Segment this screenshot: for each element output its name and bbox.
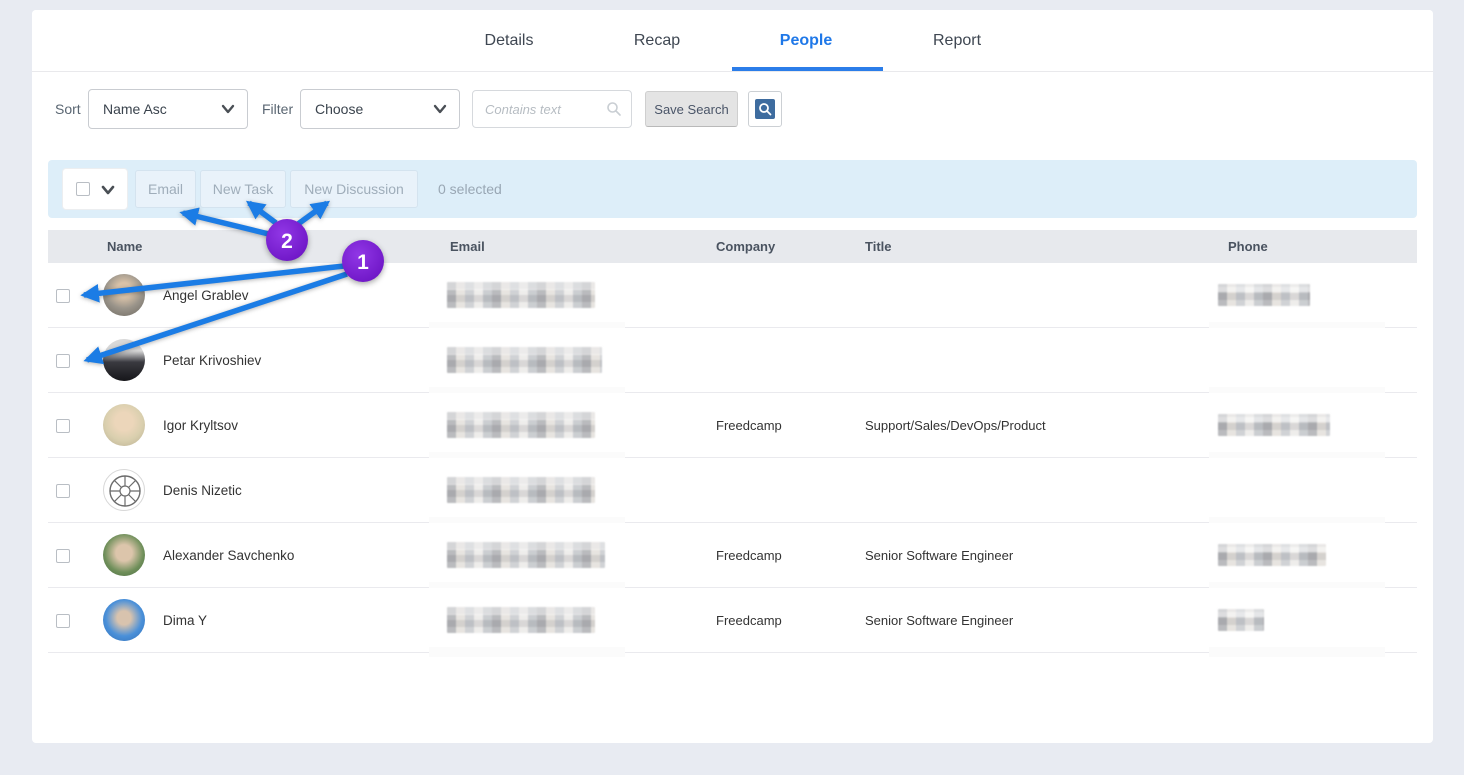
- tab-bar: Details Recap People Report: [32, 10, 1433, 72]
- people-table: Name Email Company Title Phone Angel Gra…: [48, 230, 1417, 653]
- row-checkbox[interactable]: [56, 614, 70, 628]
- redacted-email: [447, 542, 605, 568]
- person-name: Petar Krivoshiev: [163, 328, 261, 393]
- selected-count: 0 selected: [438, 160, 502, 218]
- bulk-action-bar: Email New Task New Discussion 0 selected: [48, 160, 1417, 218]
- title-cell: Senior Software Engineer: [865, 588, 1013, 653]
- title-cell: Senior Software Engineer: [865, 523, 1013, 588]
- col-header-company: Company: [716, 230, 775, 263]
- table-row[interactable]: Denis Nizetic: [48, 458, 1417, 523]
- company-cell: Freedcamp: [716, 523, 782, 588]
- table-header: Name Email Company Title Phone: [48, 230, 1417, 263]
- company-cell: Freedcamp: [716, 588, 782, 653]
- content-card: Details Recap People Report Sort Name As…: [32, 10, 1433, 743]
- redacted-email: [447, 477, 595, 503]
- person-name: Igor Kryltsov: [163, 393, 238, 458]
- save-search-button[interactable]: Save Search: [645, 91, 738, 127]
- redaction-ghost: [1209, 647, 1385, 657]
- redaction-ghost: [429, 647, 625, 657]
- table-row[interactable]: Angel Grablev: [48, 263, 1417, 328]
- filter-dropdown[interactable]: Choose: [300, 89, 460, 129]
- col-header-title: Title: [865, 230, 892, 263]
- row-checkbox[interactable]: [56, 484, 70, 498]
- active-tab-underline: [732, 67, 883, 71]
- redacted-email: [447, 607, 595, 633]
- saved-searches-button[interactable]: [748, 91, 782, 127]
- tab-recap[interactable]: Recap: [634, 10, 680, 72]
- redacted-email: [447, 412, 595, 438]
- redacted-phone: [1218, 609, 1264, 631]
- table-row[interactable]: Dima Y Freedcamp Senior Software Enginee…: [48, 588, 1417, 653]
- tab-people[interactable]: People: [780, 10, 832, 72]
- select-all-checkbox[interactable]: [76, 182, 90, 196]
- title-cell: Support/Sales/DevOps/Product: [865, 393, 1046, 458]
- col-header-email: Email: [450, 230, 485, 263]
- sort-dropdown[interactable]: Name Asc: [88, 89, 248, 129]
- person-name: Denis Nizetic: [163, 458, 242, 523]
- row-checkbox[interactable]: [56, 354, 70, 368]
- table-row[interactable]: Igor Kryltsov Freedcamp Support/Sales/De…: [48, 393, 1417, 458]
- search-icon: [606, 101, 622, 117]
- row-checkbox[interactable]: [56, 419, 70, 433]
- chevron-down-icon: [101, 184, 115, 196]
- chevron-down-icon: [433, 102, 447, 116]
- chevron-down-icon: [221, 102, 235, 116]
- person-name: Alexander Savchenko: [163, 523, 294, 588]
- row-checkbox[interactable]: [56, 549, 70, 563]
- table-row[interactable]: Alexander Savchenko Freedcamp Senior Sof…: [48, 523, 1417, 588]
- col-header-name: Name: [107, 230, 142, 263]
- filter-dropdown-value: Choose: [315, 90, 363, 128]
- avatar: [103, 599, 145, 641]
- folder-magnifier-icon: [755, 99, 775, 119]
- company-cell: Freedcamp: [716, 393, 782, 458]
- new-discussion-button[interactable]: New Discussion: [290, 170, 418, 208]
- search-input[interactable]: [485, 92, 605, 126]
- redacted-phone: [1218, 414, 1330, 436]
- avatar: [103, 534, 145, 576]
- sort-filter-toolbar: Sort Name Asc Filter Choose Save Search: [32, 89, 1433, 129]
- redacted-phone: [1218, 284, 1310, 306]
- redacted-phone: [1218, 544, 1326, 566]
- table-row[interactable]: Petar Krivoshiev: [48, 328, 1417, 393]
- sort-label: Sort: [55, 89, 81, 129]
- avatar: [103, 404, 145, 446]
- tab-report[interactable]: Report: [933, 10, 981, 72]
- row-checkbox[interactable]: [56, 289, 70, 303]
- person-name: Dima Y: [163, 588, 207, 653]
- avatar: [103, 339, 145, 381]
- avatar: [103, 274, 145, 316]
- filter-label: Filter: [262, 89, 293, 129]
- select-all-button[interactable]: [62, 168, 128, 210]
- person-name: Angel Grablev: [163, 263, 249, 328]
- redacted-email: [447, 282, 595, 308]
- dharma-wheel-avatar: [103, 469, 145, 511]
- new-task-button[interactable]: New Task: [200, 170, 286, 208]
- sort-dropdown-value: Name Asc: [103, 90, 167, 128]
- col-header-phone: Phone: [1228, 230, 1268, 263]
- tab-details[interactable]: Details: [485, 10, 534, 72]
- contains-text-searchbox: [472, 90, 632, 128]
- redacted-email: [447, 347, 602, 373]
- email-button[interactable]: Email: [135, 170, 196, 208]
